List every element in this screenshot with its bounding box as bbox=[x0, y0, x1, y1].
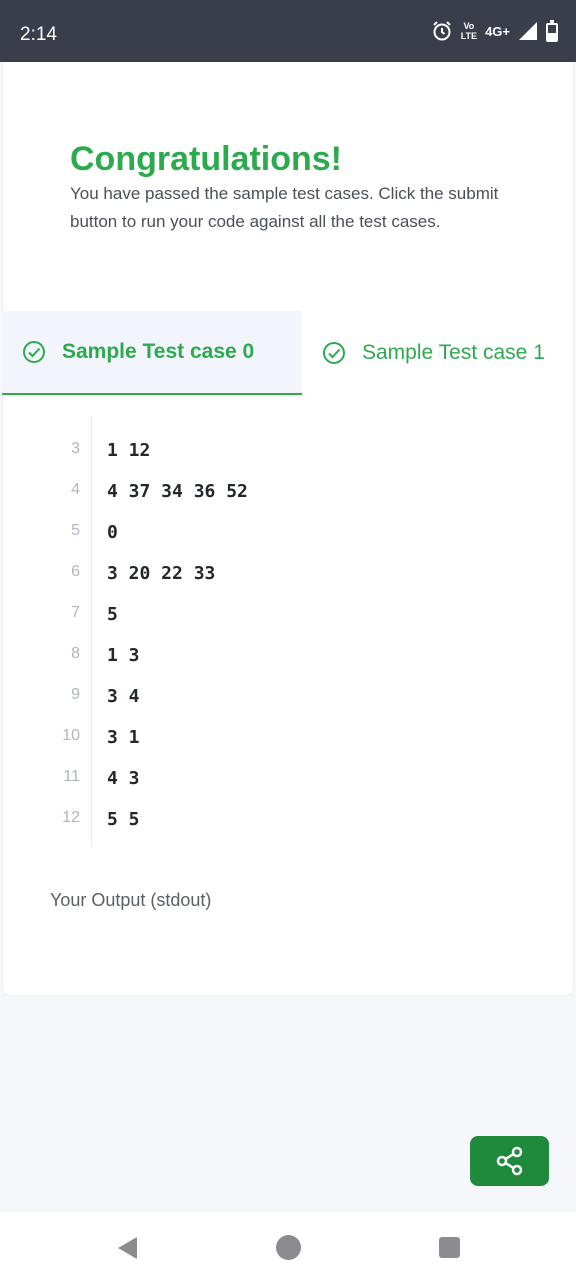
line-number: 7 bbox=[71, 604, 80, 621]
result-message: You have passed the sample test cases. C… bbox=[70, 184, 499, 231]
line-number: 4 bbox=[71, 481, 80, 498]
line-number: 8 bbox=[71, 645, 80, 662]
code-line: 3 1 12 bbox=[40, 416, 540, 461]
check-circle-icon bbox=[23, 341, 45, 363]
code-line: 12 5 5 bbox=[40, 785, 540, 830]
recents-icon[interactable] bbox=[439, 1237, 460, 1258]
lte-label: LTE bbox=[460, 31, 478, 41]
page-title: Congratulations! bbox=[70, 140, 342, 178]
code-line: 10 3 1 bbox=[40, 703, 540, 748]
volte-indicator: Vo LTE bbox=[461, 21, 477, 41]
tab-sample-test-case-0[interactable]: Sample Test case 0 bbox=[2, 311, 302, 395]
tab-label: Sample Test case 0 bbox=[62, 340, 255, 363]
volte-label: Vo bbox=[463, 21, 475, 31]
line-number: 6 bbox=[71, 563, 80, 580]
home-icon[interactable] bbox=[276, 1235, 301, 1260]
code-line: 6 3 20 22 33 bbox=[40, 539, 540, 584]
output-label: Your Output (stdout) bbox=[50, 890, 212, 910]
line-text: 5 5 bbox=[107, 809, 140, 830]
status-icons: Vo LTE 4G+ bbox=[431, 20, 558, 42]
status-bar: 2:14 Vo LTE 4G+ bbox=[0, 0, 576, 62]
tab-sample-test-case-1[interactable]: Sample Test case 1 bbox=[322, 311, 574, 395]
signal-icon bbox=[519, 22, 537, 40]
network-type: 4G+ bbox=[485, 23, 510, 39]
line-number: 3 bbox=[71, 440, 80, 457]
line-number: 12 bbox=[62, 809, 80, 826]
battery-icon bbox=[546, 20, 558, 42]
code-line: 5 0 bbox=[40, 498, 540, 543]
check-circle-icon bbox=[323, 342, 345, 364]
tab-label: Sample Test case 1 bbox=[362, 341, 545, 364]
share-icon bbox=[496, 1146, 522, 1176]
code-line: 8 1 3 bbox=[40, 621, 540, 666]
status-time: 2:14 bbox=[20, 24, 57, 45]
code-line: 11 4 3 bbox=[40, 744, 540, 789]
line-number: 11 bbox=[63, 768, 80, 785]
line-number: 10 bbox=[62, 727, 80, 744]
test-case-tabs: Sample Test case 0 Sample Test case 1 bbox=[2, 311, 574, 395]
line-number: 9 bbox=[71, 686, 80, 703]
code-line: 9 3 4 bbox=[40, 662, 540, 707]
code-line: 4 4 37 34 36 52 bbox=[40, 457, 540, 502]
code-line: 7 5 bbox=[40, 580, 540, 625]
back-icon[interactable] bbox=[116, 1236, 138, 1260]
share-button[interactable] bbox=[470, 1136, 549, 1186]
line-number: 5 bbox=[71, 522, 80, 539]
alarm-icon bbox=[433, 21, 451, 41]
